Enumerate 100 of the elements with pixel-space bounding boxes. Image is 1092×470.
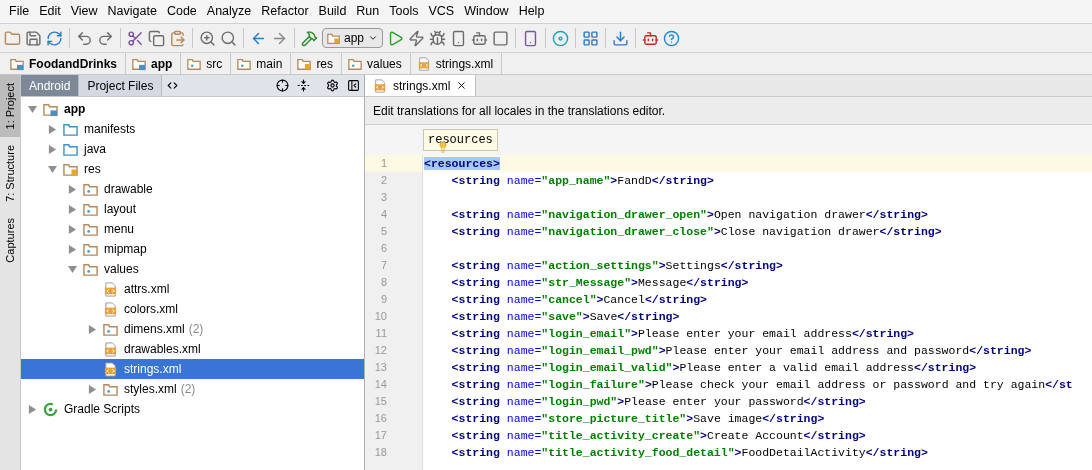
switch-views-icon[interactable] bbox=[166, 79, 180, 92]
view-tab[interactable]: Android bbox=[21, 75, 80, 96]
collapsed-arrow-icon[interactable] bbox=[27, 404, 37, 414]
breadcrumb-item[interactable]: app bbox=[126, 53, 182, 74]
help-icon[interactable] bbox=[663, 29, 681, 47]
breadcrumb-item[interactable]: strings.xml bbox=[410, 53, 503, 74]
replace-icon[interactable] bbox=[220, 29, 237, 47]
editor-tab[interactable]: strings.xml bbox=[365, 75, 477, 96]
locate-icon[interactable] bbox=[276, 79, 289, 92]
menubar-entry[interactable]: File bbox=[4, 2, 35, 21]
tree-item[interactable]: strings.xml bbox=[21, 359, 364, 379]
line-number: 5 bbox=[379, 224, 387, 240]
menubar-entry[interactable]: Analyze bbox=[201, 2, 257, 21]
tree-item[interactable]: menu bbox=[21, 219, 364, 239]
line-number: 17 bbox=[373, 428, 387, 444]
resource-folder-icon bbox=[297, 56, 312, 71]
expanded-arrow-icon[interactable] bbox=[47, 164, 57, 174]
tree-item[interactable]: manifests bbox=[21, 119, 364, 139]
debug-icon[interactable] bbox=[429, 29, 447, 47]
expanded-arrow-icon[interactable] bbox=[27, 104, 37, 114]
run-configuration-dropdown[interactable]: app bbox=[322, 28, 384, 48]
lightbulb-icon[interactable] bbox=[437, 141, 449, 153]
menubar-entry[interactable]: Tools bbox=[384, 2, 424, 21]
code-line: <string name="navigation_drawer_close">Close navigation drawer</string> bbox=[450, 223, 942, 240]
view-tab[interactable]: Project Files bbox=[79, 75, 163, 96]
undo-icon[interactable] bbox=[76, 29, 93, 47]
menubar-entry[interactable]: Help bbox=[513, 2, 550, 21]
close-icon[interactable] bbox=[456, 80, 468, 91]
project-structure-icon[interactable] bbox=[582, 29, 600, 47]
tree-item[interactable]: dimens.xml (2) bbox=[21, 319, 364, 339]
line-number: 11 bbox=[374, 326, 387, 342]
breadcrumb-item[interactable]: src bbox=[181, 53, 232, 74]
tree-item[interactable]: res bbox=[21, 159, 364, 179]
line-number: 2 bbox=[379, 173, 387, 189]
collapsed-arrow-icon[interactable] bbox=[87, 384, 97, 394]
xml-file-icon bbox=[103, 341, 118, 357]
tree-item[interactable]: colors.xml bbox=[21, 299, 364, 319]
tree-item[interactable]: layout bbox=[21, 199, 364, 219]
folder-icon bbox=[237, 56, 252, 71]
line-number: 8 bbox=[379, 275, 387, 291]
sdk-manager-icon[interactable] bbox=[612, 29, 630, 47]
menubar-entry[interactable]: Run bbox=[351, 2, 385, 21]
line-number: 6 bbox=[379, 241, 387, 257]
tree-item[interactable]: app bbox=[21, 99, 364, 119]
breadcrumb-item[interactable]: main bbox=[231, 53, 292, 74]
tool-window-tab[interactable]: 1: Project bbox=[0, 75, 20, 138]
paste-icon[interactable] bbox=[169, 29, 186, 47]
breadcrumb-label: res bbox=[316, 55, 334, 73]
menubar-entry[interactable]: Edit bbox=[34, 2, 66, 21]
tree-item[interactable]: styles.xml (2) bbox=[21, 379, 364, 399]
tree-item[interactable]: mipmap bbox=[21, 239, 364, 259]
tree-label: attrs.xml bbox=[124, 281, 170, 298]
tree-item[interactable]: drawable bbox=[21, 179, 364, 199]
menubar-entry[interactable]: Build bbox=[313, 2, 352, 21]
stop-icon[interactable] bbox=[492, 29, 510, 47]
open-icon[interactable] bbox=[4, 29, 21, 47]
breadcrumb-item[interactable]: values bbox=[342, 53, 411, 74]
build-icon[interactable] bbox=[301, 29, 318, 47]
line-number: 14 bbox=[373, 377, 387, 393]
folder-icon bbox=[83, 201, 98, 217]
tool-window-tab[interactable]: Captures bbox=[0, 210, 20, 271]
tree-item[interactable]: values bbox=[21, 259, 364, 279]
hide-panel-icon[interactable] bbox=[347, 79, 360, 92]
menubar-entry[interactable]: Refactor bbox=[256, 2, 314, 21]
resource-folder-icon bbox=[63, 161, 78, 177]
xml-file-icon bbox=[373, 78, 387, 93]
run-icon[interactable] bbox=[387, 29, 405, 47]
collapse-all-icon[interactable] bbox=[297, 79, 310, 92]
folder-icon bbox=[348, 56, 363, 71]
tree-item[interactable]: drawables.xml bbox=[21, 339, 364, 359]
line-number: 16 bbox=[373, 411, 387, 427]
apply-changes-icon[interactable] bbox=[408, 29, 426, 47]
copy-icon[interactable] bbox=[148, 29, 165, 47]
line-number: 15 bbox=[373, 394, 387, 410]
cut-icon[interactable] bbox=[127, 29, 144, 47]
menubar-entry[interactable]: Code bbox=[161, 2, 202, 21]
folder-icon bbox=[83, 261, 98, 277]
tree-label: java bbox=[84, 141, 106, 158]
menubar-entry[interactable]: Navigate bbox=[102, 2, 162, 21]
search-icon[interactable] bbox=[199, 29, 216, 47]
tree-item[interactable]: java bbox=[21, 139, 364, 159]
module-folder-icon bbox=[10, 56, 24, 71]
tree-item[interactable]: Gradle Scripts bbox=[21, 399, 364, 419]
breadcrumb-item[interactable]: res bbox=[291, 53, 343, 74]
menubar-entry[interactable]: VCS bbox=[423, 2, 460, 21]
menubar-entry[interactable]: Window bbox=[459, 2, 514, 21]
line-number: 12 bbox=[373, 343, 387, 359]
redo-icon[interactable] bbox=[97, 29, 114, 47]
save-icon[interactable] bbox=[25, 29, 42, 47]
tool-window-tab[interactable]: 7: Structure bbox=[0, 137, 20, 211]
expanded-arrow-icon[interactable] bbox=[67, 264, 77, 274]
breadcrumb-item[interactable]: FoodandDrinks bbox=[4, 53, 126, 74]
menubar-entry[interactable]: View bbox=[65, 2, 103, 21]
code-line: <string name="login_email_pwd">Please enter your email address and password</string> bbox=[450, 342, 1032, 359]
xml-file-icon bbox=[416, 56, 431, 71]
xml-file-icon bbox=[103, 281, 118, 297]
tree-item[interactable]: attrs.xml bbox=[21, 279, 364, 299]
settings-icon[interactable] bbox=[326, 79, 339, 92]
collapsed-arrow-icon[interactable] bbox=[87, 324, 97, 334]
sync-icon[interactable] bbox=[46, 29, 63, 47]
